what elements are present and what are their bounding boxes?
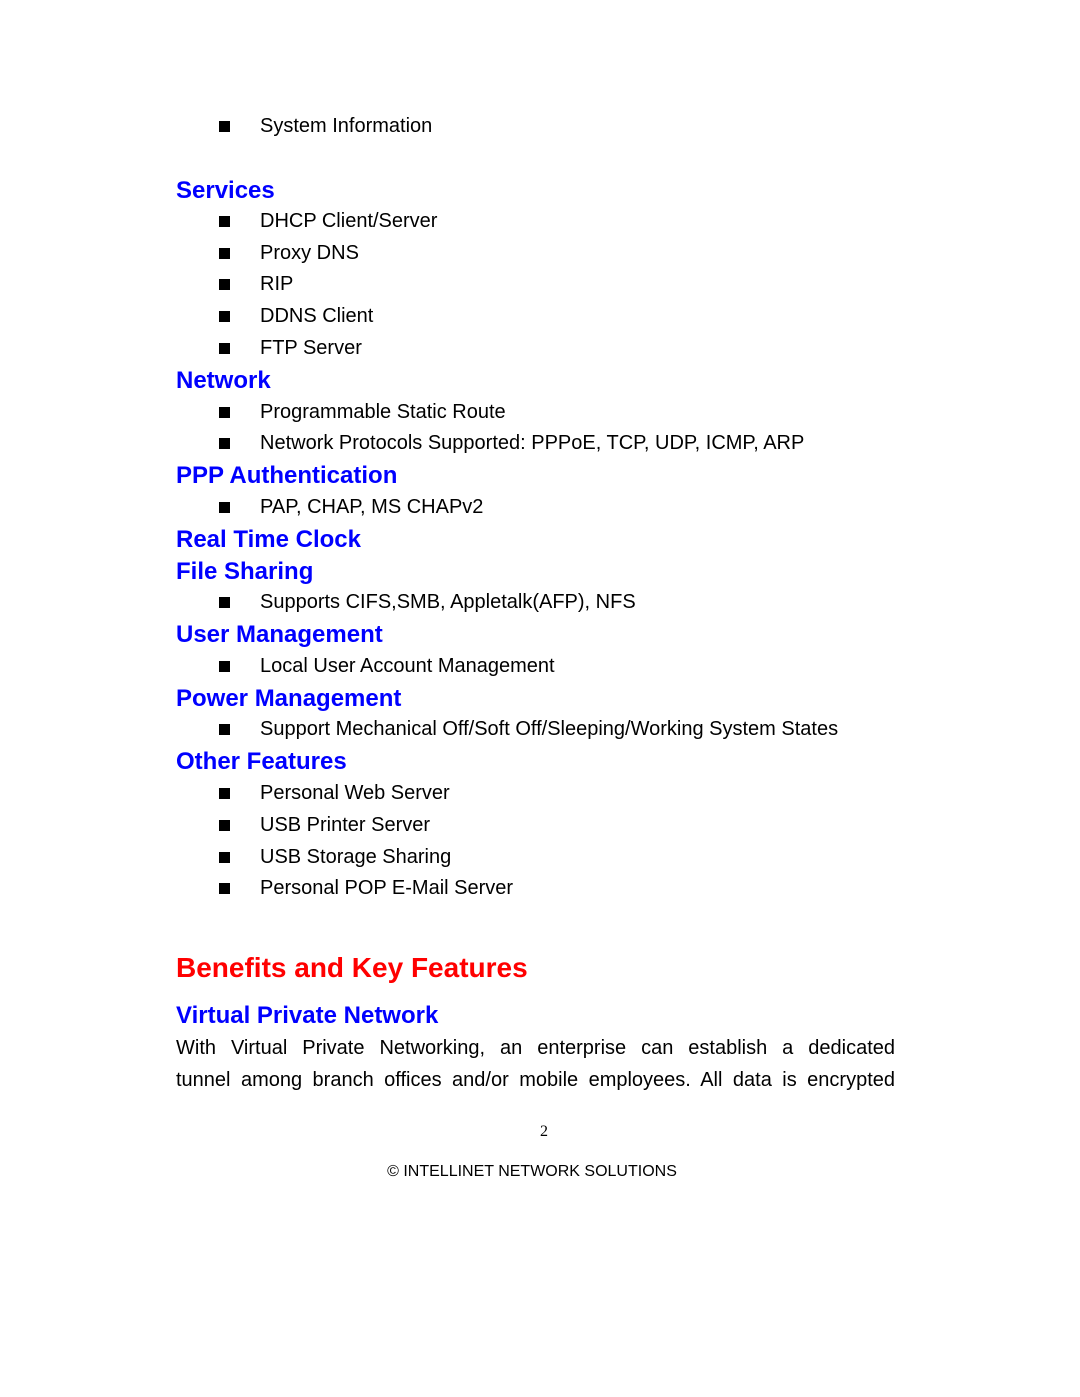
list-item: Local User Account Management (219, 654, 555, 678)
footer-copyright: © INTELLINET NETWORK SOLUTIONS (387, 1163, 677, 1180)
bullet-square-icon (219, 596, 230, 608)
section-heading-file-sharing: File Sharing (176, 558, 314, 585)
list-item-text: Supports CIFS,SMB, Appletalk(AFP), NFS (260, 591, 636, 613)
list-item: DHCP Client/Server (219, 209, 437, 233)
list-item-text: Local User Account Management (260, 655, 555, 677)
bullet-square-icon (219, 342, 230, 354)
bullet-square-icon (219, 819, 230, 831)
list-item: Personal POP E-Mail Server (219, 876, 513, 900)
list-item: DDNS Client (219, 304, 373, 328)
paragraph-line: tunnel among branch offices and/or mobil… (176, 1069, 895, 1091)
bullet-square-icon (219, 437, 230, 449)
section-heading-power-management: Power Management (176, 685, 402, 712)
section-heading-services: Services (176, 177, 275, 204)
bullet-square-icon (219, 851, 230, 863)
list-item: USB Printer Server (219, 813, 430, 837)
list-item-text: USB Storage Sharing (260, 846, 452, 868)
list-item: Personal Web Server (219, 781, 450, 805)
list-item-text: Network Protocols Supported: PPPoE, TCP,… (260, 432, 805, 454)
bullet-square-icon (219, 501, 230, 513)
list-item: PAP, CHAP, MS CHAPv2 (219, 495, 483, 519)
section-heading-other-features: Other Features (176, 748, 347, 775)
list-item: Supports CIFS,SMB, Appletalk(AFP), NFS (219, 590, 636, 614)
bullet-square-icon (219, 120, 230, 132)
bullet-square-icon (219, 247, 230, 259)
bullet-square-icon (219, 406, 230, 418)
list-item-text: Programmable Static Route (260, 401, 506, 423)
bullet-square-icon (219, 723, 230, 735)
list-item: System Information (219, 114, 432, 138)
bullet-square-icon (219, 660, 230, 672)
list-item-text: Personal Web Server (260, 782, 450, 804)
list-item-text: Personal POP E-Mail Server (260, 877, 514, 899)
list-item-text: System Information (260, 115, 433, 137)
list-item-text: Proxy DNS (260, 242, 359, 264)
section-heading-real-time-clock: Real Time Clock (176, 526, 361, 553)
list-item: USB Storage Sharing (219, 845, 451, 869)
paragraph-line: With Virtual Private Networking, an ente… (176, 1037, 895, 1059)
list-item: Network Protocols Supported: PPPoE, TCP,… (219, 431, 804, 455)
section-heading-user-management: User Management (176, 621, 383, 648)
bullet-square-icon (219, 278, 230, 290)
section-heading-ppp-authentication: PPP Authentication (176, 462, 398, 489)
list-item: FTP Server (219, 336, 362, 360)
bullet-square-icon (219, 310, 230, 322)
list-item: RIP (219, 272, 293, 296)
section-title-benefits: Benefits and Key Features (176, 952, 528, 983)
page-number: 2 (540, 1123, 548, 1140)
bullet-square-icon (219, 787, 230, 799)
list-item-text: FTP Server (260, 337, 362, 359)
list-item: Proxy DNS (219, 241, 359, 265)
list-item-text: RIP (260, 273, 294, 295)
list-item-text: USB Printer Server (260, 814, 431, 836)
list-item-text: DDNS Client (260, 305, 374, 327)
list-item: Programmable Static Route (219, 400, 506, 424)
section-heading-network: Network (176, 367, 271, 394)
list-item-text: Support Mechanical Off/Soft Off/Sleeping… (260, 718, 839, 740)
section-heading-vpn: Virtual Private Network (176, 1002, 439, 1029)
list-item-text: PAP, CHAP, MS CHAPv2 (260, 496, 484, 518)
list-item: Support Mechanical Off/Soft Off/Sleeping… (219, 717, 838, 741)
bullet-square-icon (219, 882, 230, 894)
bullet-square-icon (219, 215, 230, 227)
list-item-text: DHCP Client/Server (260, 210, 438, 232)
